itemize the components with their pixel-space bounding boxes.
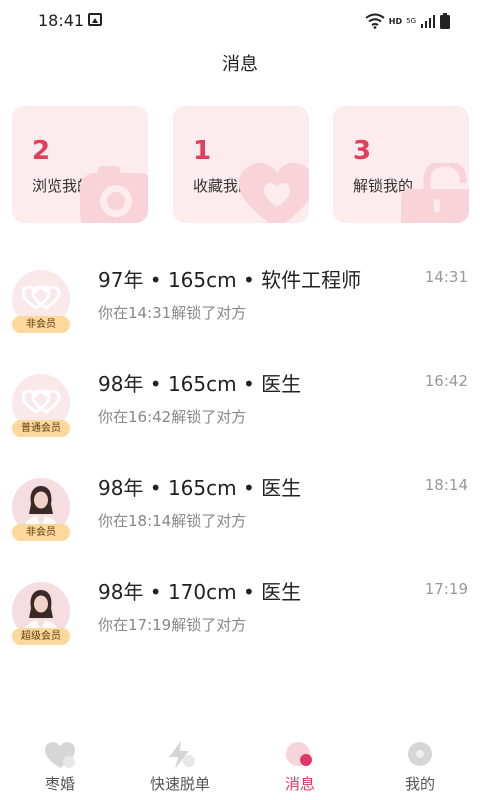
stat-card-favorited[interactable]: 1 收藏我的 [173,106,309,223]
membership-badge: 超级会员 [12,628,70,645]
message-item[interactable]: 非会员 98年 • 165cm • 医生 你在18:14解锁了对方 18:14 [0,468,480,558]
message-subtitle: 你在16:42解锁了对方 [98,408,247,426]
bottom-nav: 枣婚 快速脱单 消息 我的 [0,730,480,800]
message-icon [286,742,312,766]
stat-count: 1 [193,136,212,166]
nav-label: 消息 [284,775,315,793]
camera-icon [80,166,148,223]
nav-item-profile[interactable]: 我的 [360,730,480,800]
message-title: 97年 • 165cm • 软件工程师 [98,268,362,292]
membership-badge: 非会员 [12,524,70,541]
stat-count: 2 [32,136,51,166]
message-title: 98年 • 170cm • 医生 [98,580,302,604]
heart-icon [239,163,309,223]
wifi-icon [365,13,385,29]
message-time: 14:31 [424,268,468,286]
membership-badge: 非会员 [12,316,70,333]
nav-item-messages[interactable]: 消息 [240,730,360,800]
stat-count: 3 [353,136,372,166]
unlock-icon [401,163,469,223]
network-indicator: 5G [406,17,416,25]
status-bar: 18:41 HD 5G [0,0,480,40]
status-indicators: HD 5G [365,12,450,30]
nav-label: 快速脱单 [149,775,210,793]
lightning-icon [169,741,195,769]
stat-card-unlocked[interactable]: 3 解锁我的 [333,106,469,223]
status-time: 18:41 [38,11,85,30]
gallery-icon [88,13,102,26]
signal-icon [421,15,435,28]
message-item[interactable]: 非会员 97年 • 165cm • 软件工程师 你在14:31解锁了对方 14:… [0,260,480,350]
message-time: 17:19 [424,580,468,598]
heart-chat-icon [45,742,75,768]
page-title: 消息 [222,54,258,75]
message-title: 98年 • 165cm • 医生 [98,372,302,396]
nav-label: 我的 [404,775,435,793]
profile-icon [408,742,432,766]
stat-card-viewed[interactable]: 2 浏览我的 [12,106,148,223]
message-subtitle: 你在17:19解锁了对方 [98,616,247,634]
nav-label: 枣婚 [44,775,75,793]
message-title: 98年 • 165cm • 医生 [98,476,302,500]
battery-icon [440,13,450,29]
message-time: 18:14 [424,476,468,494]
message-subtitle: 你在18:14解锁了对方 [98,512,247,530]
nav-item-quick-match[interactable]: 快速脱单 [120,730,240,800]
message-time: 16:42 [424,372,468,390]
message-item[interactable]: 超级会员 98年 • 170cm • 医生 你在17:19解锁了对方 17:19 [0,572,480,662]
message-item[interactable]: 普通会员 98年 • 165cm • 医生 你在16:42解锁了对方 16:42 [0,364,480,454]
hd-indicator: HD [388,16,403,26]
membership-badge: 普通会员 [12,420,70,437]
message-subtitle: 你在14:31解锁了对方 [98,304,247,322]
nav-item-home[interactable]: 枣婚 [0,730,120,800]
